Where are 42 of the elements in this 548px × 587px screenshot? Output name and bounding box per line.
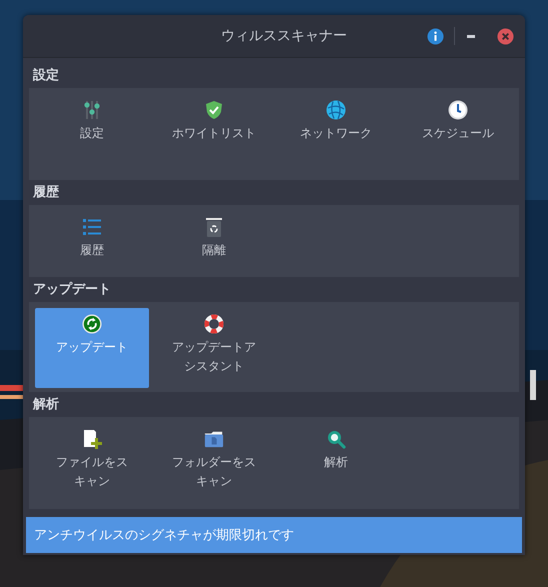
tool-tile[interactable]: 隔離: [157, 211, 271, 266]
tile-label: 履歴: [80, 242, 104, 259]
folder-icon: [204, 429, 224, 449]
tool-tile[interactable]: スケジュール: [401, 94, 515, 149]
tool-tile[interactable]: 履歴: [35, 211, 149, 266]
tile-label: アップデートアシスタント: [171, 339, 257, 375]
tool-tile[interactable]: 設定: [35, 94, 149, 149]
tool-tile[interactable]: アップデートアシスタント: [157, 308, 271, 382]
clock-icon: [448, 100, 468, 120]
tool-tile[interactable]: ホワイトリスト: [157, 94, 271, 149]
tile-label: ホワイトリスト: [172, 125, 256, 142]
section-heading: アップデート: [32, 280, 112, 299]
file-plus-icon: [82, 429, 102, 449]
tool-tile[interactable]: アップデート: [35, 308, 149, 388]
tool-tile[interactable]: ネットワーク: [279, 94, 393, 149]
tile-label: アップデート: [56, 339, 128, 356]
tool-tile[interactable]: フォルダーをスキャン: [157, 423, 271, 497]
tile-label: 隔離: [202, 242, 226, 259]
trash-icon: [204, 217, 224, 237]
tile-label: 解析: [324, 454, 348, 471]
window-title: ウィルススキャナー: [220, 27, 348, 45]
globe-icon: [326, 100, 346, 120]
lifebuoy-icon: [204, 314, 224, 334]
list-icon: [82, 217, 102, 237]
section-heading: 解析: [32, 396, 60, 414]
section-heading: 設定: [32, 66, 60, 85]
close-button[interactable]: [497, 28, 514, 44]
section-heading: 履歴: [32, 184, 60, 202]
status-message: アンチウイルスのシグネチャが期限切れです: [34, 527, 294, 544]
tool-tile[interactable]: ファイルをスキャン: [35, 423, 149, 497]
minimize-button[interactable]: [467, 34, 475, 38]
shield-icon: [204, 100, 224, 120]
sliders-icon: [82, 100, 102, 120]
tool-tile[interactable]: 解析: [279, 423, 393, 478]
info-icon[interactable]: [427, 28, 444, 44]
tile-label: フォルダーをスキャン: [171, 454, 257, 490]
refresh-icon: [82, 314, 102, 334]
tile-label: ファイルをスキャン: [55, 454, 129, 490]
tile-label: スケジュール: [422, 125, 494, 142]
tile-label: ネットワーク: [300, 125, 372, 142]
tile-label: 設定: [80, 125, 104, 142]
search-icon: [326, 429, 346, 449]
